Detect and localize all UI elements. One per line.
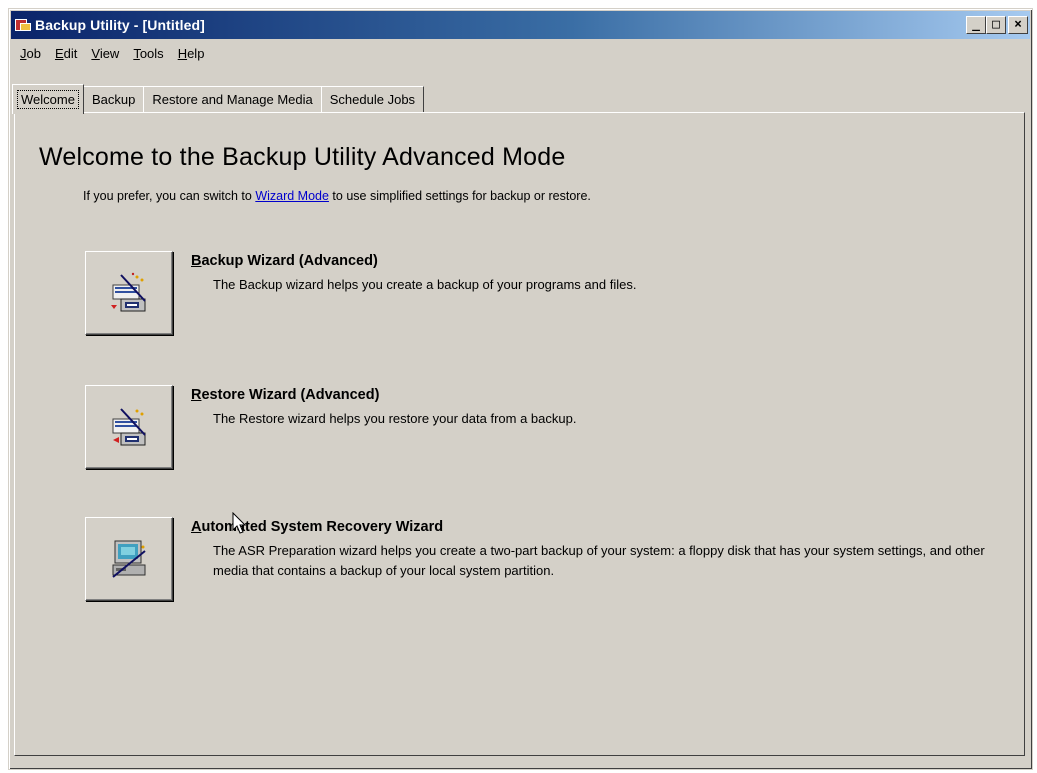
backup-wizard-description: The Backup wizard helps you create a bac… bbox=[213, 277, 637, 292]
title-bar[interactable]: Backup Utility - [Untitled] _ □ × bbox=[11, 11, 1030, 39]
asr-wizard-button[interactable] bbox=[85, 517, 173, 601]
tab-backup[interactable]: Backup bbox=[82, 86, 145, 112]
minimize-button[interactable]: _ bbox=[966, 16, 986, 34]
asr-wizard-title[interactable]: Automated System Recovery Wizard bbox=[191, 519, 443, 535]
page-title: Welcome to the Backup Utility Advanced M… bbox=[39, 143, 566, 171]
menu-edit[interactable]: Edit bbox=[48, 44, 84, 63]
mouse-cursor-icon bbox=[232, 512, 247, 534]
restore-wizard-title[interactable]: Restore Wizard (Advanced) bbox=[191, 387, 379, 403]
tab-schedule-jobs[interactable]: Schedule Jobs bbox=[320, 86, 425, 112]
menu-tools[interactable]: Tools bbox=[126, 44, 170, 63]
tab-restore-manage-media[interactable]: Restore and Manage Media bbox=[143, 86, 322, 112]
backup-wizard-title[interactable]: Backup Wizard (Advanced) bbox=[191, 253, 378, 269]
menu-view[interactable]: View bbox=[84, 44, 126, 63]
asr-wizard-description: The ASR Preparation wizard helps you cre… bbox=[213, 543, 985, 578]
welcome-panel: Welcome to the Backup Utility Advanced M… bbox=[14, 112, 1025, 756]
wizard-mode-link[interactable]: Wizard Mode bbox=[255, 189, 329, 203]
backup-wizard-icon bbox=[111, 272, 146, 312]
window-title: Backup Utility - [Untitled] bbox=[35, 17, 205, 33]
restore-wizard-button[interactable] bbox=[85, 385, 173, 469]
menu-help[interactable]: Help bbox=[171, 44, 212, 63]
menu-bar: Job Edit View Tools Help bbox=[11, 41, 1030, 65]
maximize-button[interactable]: □ bbox=[986, 16, 1006, 34]
backup-app-icon[interactable] bbox=[15, 17, 31, 33]
mode-subtitle: If you prefer, you can switch to Wizard … bbox=[83, 189, 591, 203]
restore-wizard-description: The Restore wizard helps you restore you… bbox=[213, 411, 577, 426]
menu-job[interactable]: Job bbox=[13, 44, 48, 63]
close-button[interactable]: × bbox=[1008, 16, 1028, 34]
tab-strip: Welcome Backup Restore and Manage Media … bbox=[12, 84, 425, 114]
backup-wizard-button[interactable] bbox=[85, 251, 173, 335]
tab-welcome[interactable]: Welcome bbox=[12, 84, 84, 114]
restore-wizard-icon bbox=[112, 408, 146, 446]
asr-wizard-icon bbox=[112, 540, 146, 578]
